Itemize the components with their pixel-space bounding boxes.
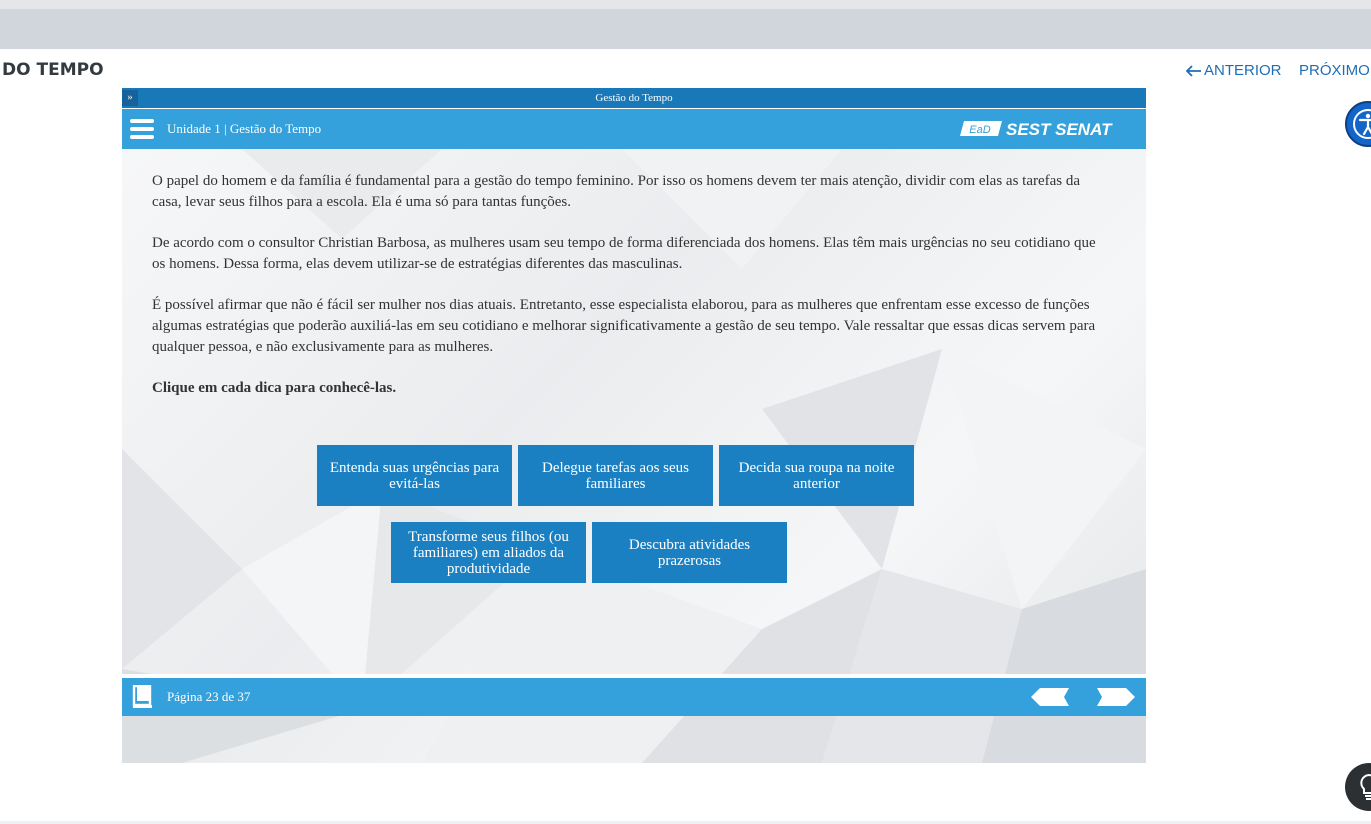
previous-link-label: ANTERIOR	[1204, 62, 1282, 79]
player-title-bar: » Gestão do Tempo	[122, 88, 1146, 108]
browser-top-strip	[0, 0, 1371, 9]
tip-button-atividades[interactable]: Descubra atividades prazerosas	[592, 522, 787, 583]
paragraph-1: O papel do homem e da família é fundamen…	[152, 173, 1081, 210]
arrow-right-icon[interactable]	[1096, 687, 1136, 707]
tip-button-roupa[interactable]: Decida sua roupa na noite anterior	[719, 445, 914, 506]
arrow-left-icon	[1186, 64, 1201, 77]
tip-button-delegue[interactable]: Delegue tarefas aos seus familiares	[518, 445, 713, 506]
page-counter: Página 23 de 37	[167, 689, 251, 704]
svg-text:SEST SENAT: SEST SENAT	[1006, 120, 1113, 139]
tip-button-urgencias[interactable]: Entenda suas urgências para evitá-las	[317, 445, 512, 506]
accessibility-button[interactable]	[1345, 101, 1371, 147]
lightbulb-icon	[1360, 773, 1371, 800]
unit-label: Unidade 1 | Gestão do Tempo	[167, 121, 322, 136]
instruction-text: Clique em cada dica para conhecê-las.	[152, 380, 397, 396]
player-header: Unidade 1 | Gestão do Tempo EaD SEST SEN…	[122, 109, 1146, 149]
tip-button-filhos[interactable]: Transforme seus filhos (ou familiares) e…	[391, 522, 586, 583]
site-top-bar	[0, 9, 1371, 49]
accessibility-icon	[1353, 109, 1371, 139]
player-title: Gestão do Tempo	[595, 92, 673, 104]
player-footer: Página 23 de 37	[122, 678, 1146, 716]
arrow-left-icon[interactable]	[1030, 687, 1070, 707]
course-player: » Gestão do Tempo Unidade 1 | Gestão do …	[122, 88, 1146, 763]
next-link[interactable]: PRÓXIMO	[1299, 62, 1370, 79]
book-icon[interactable]	[132, 685, 154, 709]
course-title: DO TEMPO	[2, 60, 104, 80]
sest-senat-logo: EaD SEST SENAT	[960, 120, 1113, 139]
help-button[interactable]	[1345, 763, 1371, 811]
paragraph-3: É possível afirmar que não é fácil ser m…	[152, 297, 1096, 355]
expand-icon: »	[127, 91, 133, 103]
content-area: O papel do homem e da família é fundamen…	[122, 149, 1146, 763]
paragraph-2: De acordo com o consultor Christian Barb…	[152, 235, 1096, 272]
menu-icon[interactable]	[130, 119, 154, 139]
svg-text:EaD: EaD	[969, 124, 990, 136]
expand-button[interactable]: »	[122, 90, 138, 106]
previous-link[interactable]: ANTERIOR	[1186, 62, 1282, 79]
